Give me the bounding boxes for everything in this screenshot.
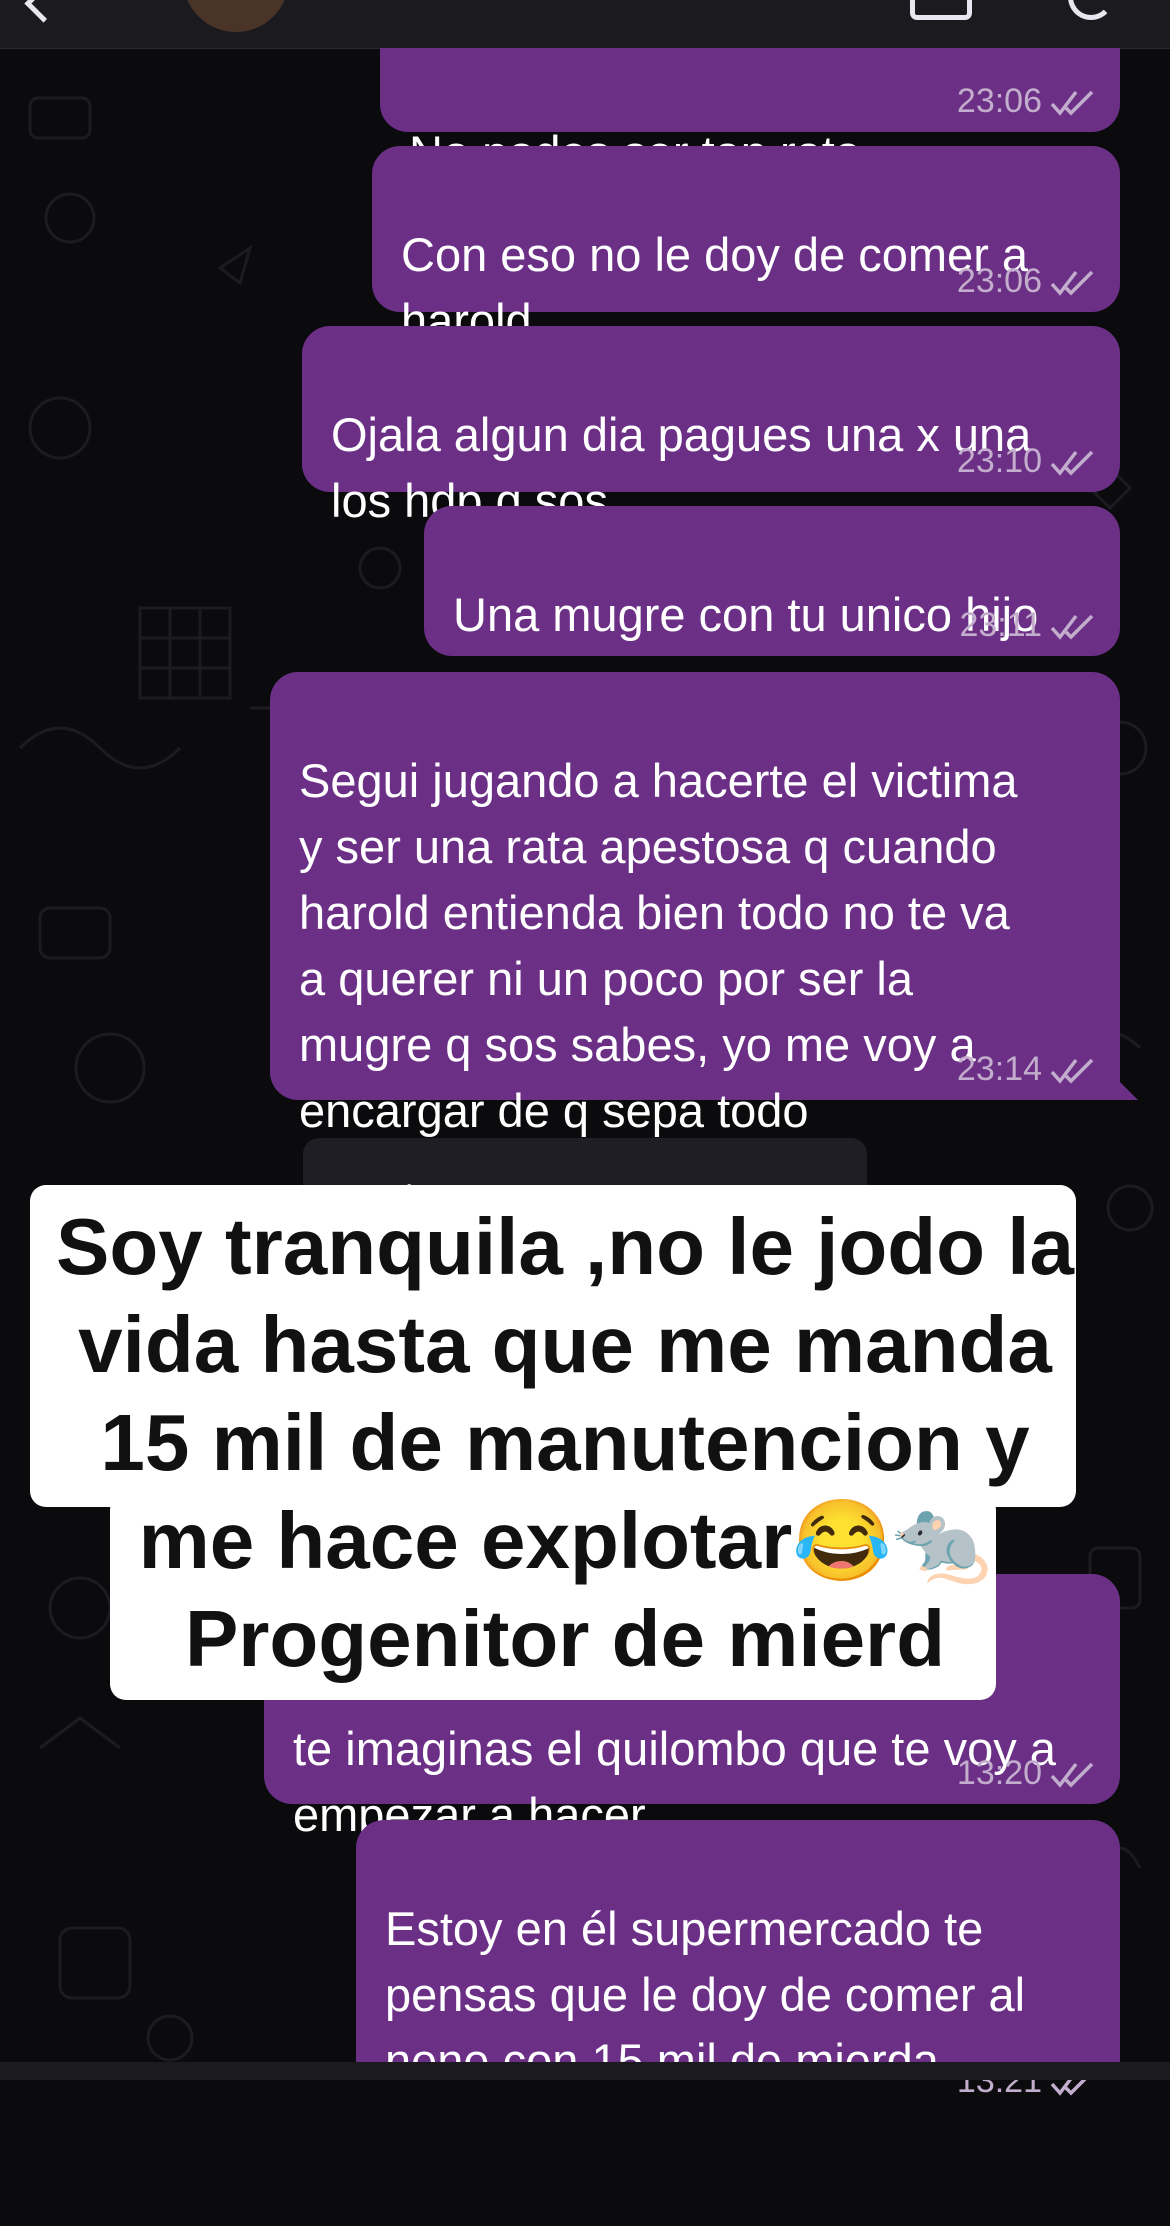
message-bubble[interactable]: Una mugre con tu unico hijo 23:11 bbox=[424, 506, 1120, 656]
chat-header bbox=[0, 0, 1170, 49]
message-bubble[interactable]: Estoy en él supermercado te pensas que l… bbox=[356, 1820, 1120, 2100]
message-bubble[interactable]: Con eso no le doy de comer a harold 23:0… bbox=[372, 146, 1120, 347]
message-time: 23:06 bbox=[956, 82, 1042, 120]
message-bubble[interactable]: Segui jugando a hacerte el victima y ser… bbox=[270, 672, 1120, 1137]
message-time: 23:14 bbox=[956, 1050, 1042, 1088]
message-time: 23:10 bbox=[956, 442, 1042, 480]
caption-text: Soy tranquila ,no le jodo la vida hasta … bbox=[56, 1202, 1074, 1683]
read-checkmarks-icon bbox=[1050, 90, 1094, 116]
read-checkmarks-icon bbox=[1050, 450, 1094, 476]
message-meta: 13:20 bbox=[957, 1754, 1094, 1792]
avatar[interactable] bbox=[183, 0, 289, 32]
message-meta: 23:10 bbox=[957, 442, 1094, 480]
phone-icon[interactable] bbox=[1068, 0, 1114, 20]
chevron-left-icon[interactable] bbox=[24, 0, 63, 23]
message-meta: 23:11 bbox=[959, 606, 1094, 644]
message-meta: 23:06 bbox=[957, 82, 1094, 120]
read-checkmarks-icon bbox=[1050, 270, 1094, 296]
message-time: 13:20 bbox=[956, 1754, 1042, 1792]
message-time: 23:11 bbox=[959, 606, 1042, 644]
message-meta: 23:14 bbox=[957, 1050, 1094, 1088]
read-checkmarks-icon bbox=[1050, 1058, 1094, 1084]
video-camera-icon[interactable] bbox=[910, 0, 972, 20]
message-bubble[interactable]: No podes ser tan rata 23:06 bbox=[380, 48, 1120, 179]
message-time: 23:06 bbox=[956, 262, 1042, 300]
message-meta: 23:06 bbox=[957, 262, 1094, 300]
read-checkmarks-icon bbox=[1050, 614, 1094, 640]
message-bubble[interactable]: Ojala algun dia pagues una x una los hdp… bbox=[302, 326, 1120, 527]
bottom-bar bbox=[0, 2062, 1170, 2080]
read-checkmarks-icon bbox=[1050, 1762, 1094, 1788]
